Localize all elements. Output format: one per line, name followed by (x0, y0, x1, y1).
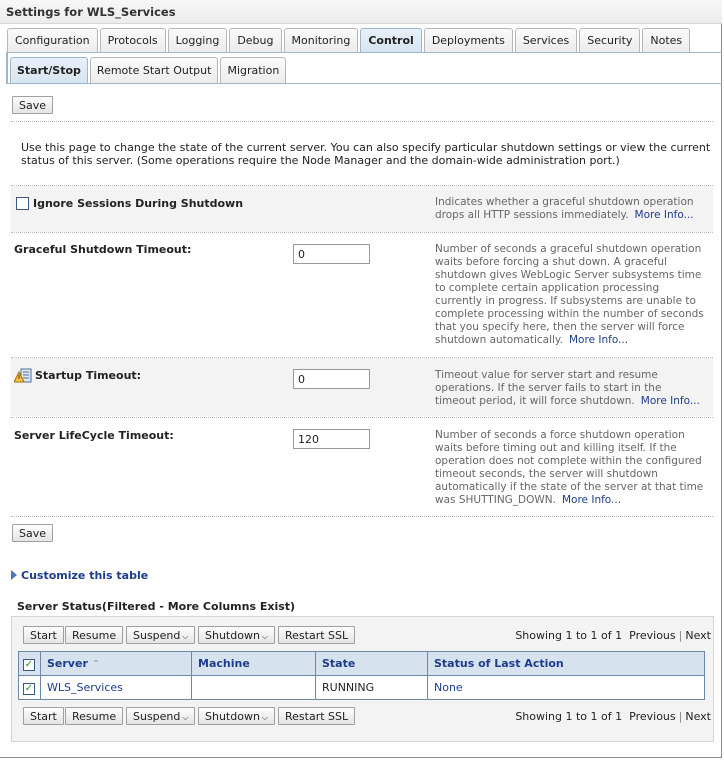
lifecycle-timeout-input[interactable]: 120 (293, 429, 370, 449)
divider (11, 417, 713, 418)
table-header-row: ✓ Server ⌃ Machine State Status of Last … (18, 651, 705, 676)
save-button-bottom[interactable]: Save (12, 524, 54, 542)
suspend-label: Suspend (133, 710, 181, 723)
intro-text: Use this page to change the state of the… (21, 141, 711, 167)
select-all-header: ✓ (18, 651, 41, 676)
subtab-start-stop[interactable]: Start/Stop (10, 57, 88, 83)
previous-link[interactable]: Previous (629, 629, 676, 642)
tab-left-border (6, 52, 8, 84)
pager-separator: | (678, 710, 683, 723)
tab-monitoring[interactable]: Monitoring (283, 28, 359, 52)
customize-label: Customize this table (21, 569, 149, 582)
tab-logging[interactable]: Logging (167, 28, 228, 52)
subtab-divider (6, 83, 722, 84)
server-status-title: Server Status(Filtered - More Columns Ex… (17, 600, 296, 613)
pager-top: Showing 1 to 1 of 1 Previous | Next (515, 629, 711, 642)
ignore-sessions-label: Ignore Sessions During Shutdown (33, 197, 244, 210)
startup-timeout-label: Startup Timeout: (35, 369, 142, 382)
next-link[interactable]: Next (685, 629, 711, 642)
shutdown-label: Shutdown (205, 710, 260, 723)
row-select-cell: ✓ (18, 675, 41, 700)
shutdown-dropdown-bottom[interactable]: Shutdown ⌵ (198, 707, 275, 725)
sort-ascending-icon[interactable]: ⌃ (92, 659, 100, 670)
shutdown-dropdown-top[interactable]: Shutdown ⌵ (198, 626, 275, 644)
state-cell: RUNNING (315, 675, 428, 700)
more-info-link[interactable]: More Info... (562, 494, 621, 506)
divider (11, 516, 713, 517)
last-action-link[interactable]: None (427, 675, 705, 700)
graceful-timeout-label: Graceful Shutdown Timeout: (14, 243, 192, 256)
suspend-dropdown-top[interactable]: Suspend ⌵ (126, 626, 196, 644)
divider (11, 232, 713, 233)
restart-ssl-button-bottom[interactable]: Restart SSL (278, 707, 356, 725)
subtab-migration[interactable]: Migration (220, 57, 287, 83)
more-info-link[interactable]: More Info... (635, 209, 694, 221)
chevron-down-icon: ⌵ (261, 632, 268, 641)
startup-timeout-input[interactable]: 0 (293, 369, 370, 389)
tab-protocols[interactable]: Protocols (99, 28, 166, 52)
start-button-bottom[interactable]: Start (23, 707, 64, 725)
shutdown-label: Shutdown (205, 629, 260, 642)
row-checkbox[interactable]: ✓ (23, 682, 35, 695)
page-title: Settings for WLS_Services (0, 0, 722, 24)
resume-button-bottom[interactable]: Resume (65, 707, 124, 725)
tab-divider (6, 52, 722, 53)
pager-bottom: Showing 1 to 1 of 1 Previous | Next (515, 710, 711, 723)
tab-deployments[interactable]: Deployments (423, 28, 513, 52)
help-text: Timeout value for server start and resum… (435, 369, 662, 407)
column-label: Server (47, 657, 88, 670)
ignore-sessions-checkbox[interactable] (16, 197, 29, 210)
startup-timeout-help: Timeout value for server start and resum… (435, 369, 705, 408)
tab-control[interactable]: Control (360, 28, 422, 52)
suspend-dropdown-bottom[interactable]: Suspend ⌵ (126, 707, 196, 725)
graceful-timeout-help: Number of seconds a graceful shutdown op… (435, 243, 705, 347)
column-header-state[interactable]: State (315, 651, 428, 676)
chevron-down-icon: ⌵ (182, 632, 189, 641)
expand-triangle-icon (11, 570, 17, 580)
warning-restart-icon (14, 368, 32, 383)
customize-table-link[interactable]: Customize this table (11, 569, 148, 582)
column-header-machine[interactable]: Machine (191, 651, 316, 676)
suspend-label: Suspend (133, 629, 181, 642)
tab-configuration[interactable]: Configuration (7, 28, 98, 52)
tab-debug[interactable]: Debug (229, 28, 282, 52)
pager-text: Showing 1 to 1 of 1 (515, 629, 623, 642)
ignore-sessions-help: Indicates whether a graceful shutdown op… (435, 196, 705, 222)
pager-separator: | (678, 629, 683, 642)
lifecycle-timeout-help: Number of seconds a force shutdown opera… (435, 429, 705, 507)
column-header-last-action[interactable]: Status of Last Action (427, 651, 705, 676)
start-button-top[interactable]: Start (23, 626, 64, 644)
restart-ssl-button-top[interactable]: Restart SSL (278, 626, 356, 644)
more-info-link[interactable]: More Info... (641, 395, 700, 407)
next-link[interactable]: Next (685, 710, 711, 723)
table-row: ✓ WLS_Services RUNNING None (18, 675, 705, 700)
help-text: Number of seconds a graceful shutdown op… (435, 243, 704, 346)
column-header-server[interactable]: Server ⌃ (40, 651, 192, 676)
more-info-link[interactable]: More Info... (569, 334, 628, 346)
chevron-down-icon: ⌵ (261, 713, 268, 722)
previous-link[interactable]: Previous (629, 710, 676, 723)
subtab-remote-start-output[interactable]: Remote Start Output (89, 57, 219, 83)
graceful-timeout-input[interactable]: 0 (293, 244, 370, 264)
settings-panel: Settings for WLS_Services Configuration … (0, 0, 722, 758)
main-tabs: Configuration Protocols Logging Debug Mo… (7, 28, 692, 52)
select-all-checkbox[interactable]: ✓ (23, 658, 35, 671)
tab-services[interactable]: Services (514, 28, 578, 52)
tab-security[interactable]: Security (579, 28, 641, 52)
tab-notes[interactable]: Notes (642, 28, 691, 52)
save-button-top[interactable]: Save (12, 96, 54, 114)
server-status-table: ✓ Server ⌃ Machine State Status of Last … (18, 651, 705, 700)
server-name-link[interactable]: WLS_Services (40, 675, 192, 700)
lifecycle-timeout-label: Server LifeCycle Timeout: (14, 429, 174, 442)
divider (11, 121, 713, 122)
machine-cell (191, 675, 316, 700)
pager-text: Showing 1 to 1 of 1 (515, 710, 623, 723)
sub-tabs: Start/Stop Remote Start Output Migration (10, 57, 288, 83)
resume-button-top[interactable]: Resume (65, 626, 124, 644)
chevron-down-icon: ⌵ (182, 713, 189, 722)
